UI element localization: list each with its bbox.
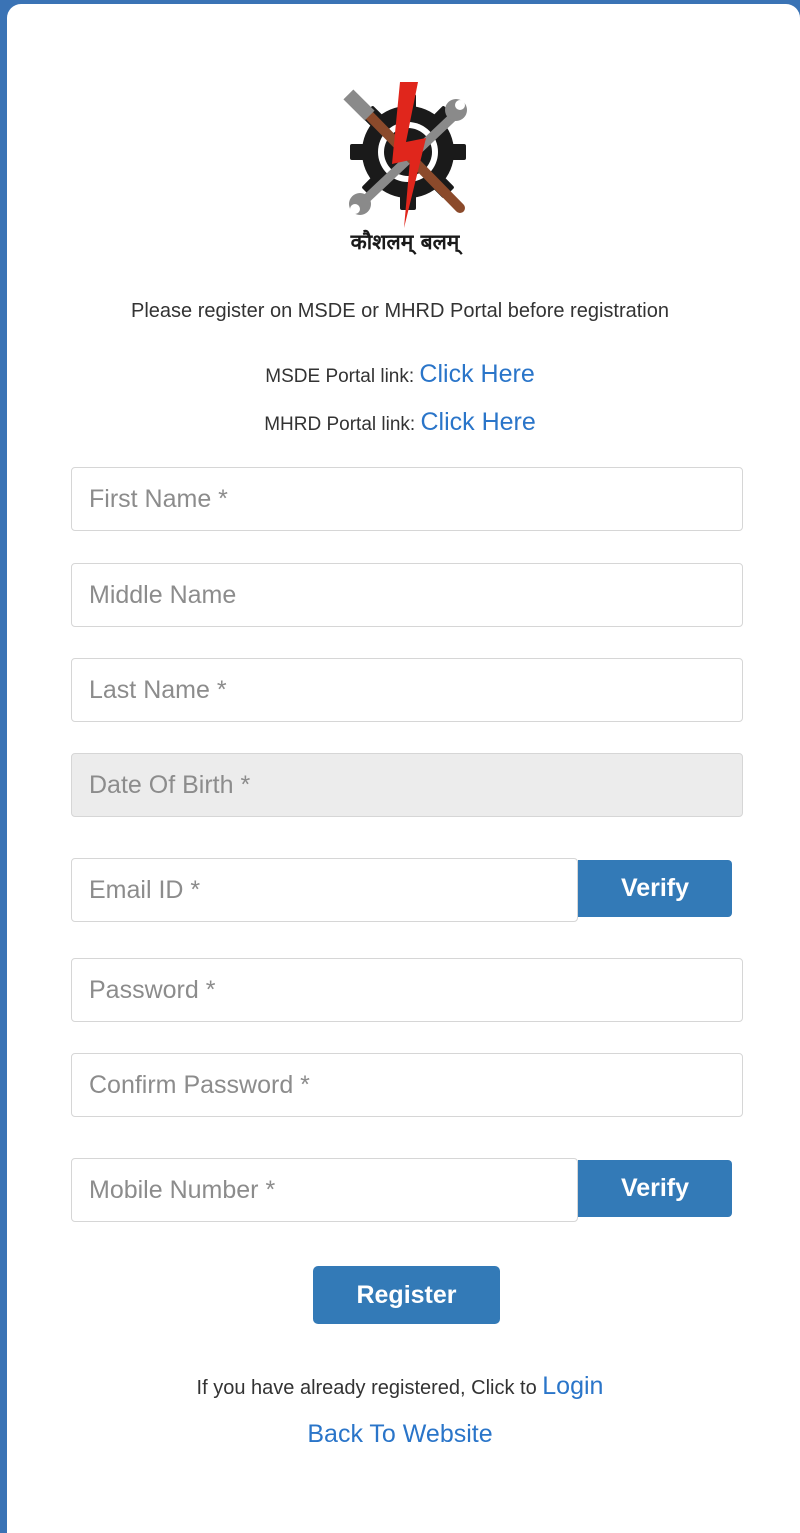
register-button[interactable]: Register bbox=[313, 1266, 500, 1324]
registration-notice: Please register on MSDE or MHRD Portal b… bbox=[131, 300, 669, 322]
mobile-number-field bbox=[71, 1158, 578, 1222]
date-of-birth-field bbox=[71, 753, 743, 817]
middle-name-input[interactable] bbox=[72, 564, 742, 626]
password-input[interactable] bbox=[72, 959, 742, 1021]
first-name-input[interactable] bbox=[72, 468, 742, 530]
password-field bbox=[71, 958, 743, 1022]
date-of-birth-input[interactable] bbox=[72, 754, 742, 816]
kaushalam-balam-logo: कौशलम् बलम् bbox=[330, 80, 480, 265]
first-name-field bbox=[71, 467, 743, 531]
mobile-number-input[interactable] bbox=[72, 1159, 577, 1221]
mhrd-portal-label: MHRD Portal link: bbox=[264, 414, 421, 435]
email-field bbox=[71, 858, 578, 922]
login-prompt-line: If you have already registered, Click to… bbox=[0, 1372, 800, 1401]
msde-portal-label: MSDE Portal link: bbox=[265, 366, 420, 387]
login-prompt-text: If you have already registered, Click to bbox=[196, 1377, 543, 1399]
login-link[interactable]: Login bbox=[542, 1372, 603, 1400]
gear-wrench-lightning-logo-icon bbox=[343, 82, 467, 228]
confirm-password-input[interactable] bbox=[72, 1054, 742, 1116]
email-input[interactable] bbox=[72, 859, 577, 921]
back-to-website-link[interactable]: Back To Website bbox=[307, 1420, 492, 1448]
mhrd-portal-link[interactable]: Click Here bbox=[420, 408, 535, 436]
verify-mobile-button[interactable]: Verify bbox=[578, 1160, 732, 1217]
last-name-field bbox=[71, 658, 743, 722]
last-name-input[interactable] bbox=[72, 659, 742, 721]
middle-name-field bbox=[71, 563, 743, 627]
logo-motto: कौशलम् बलम् bbox=[350, 230, 460, 254]
msde-portal-line: MSDE Portal link: Click Here bbox=[0, 360, 800, 389]
verify-email-button[interactable]: Verify bbox=[578, 860, 732, 917]
msde-portal-link[interactable]: Click Here bbox=[419, 360, 534, 388]
mhrd-portal-line: MHRD Portal link: Click Here bbox=[0, 408, 800, 437]
back-to-website-line: Back To Website bbox=[0, 1420, 800, 1449]
confirm-password-field bbox=[71, 1053, 743, 1117]
